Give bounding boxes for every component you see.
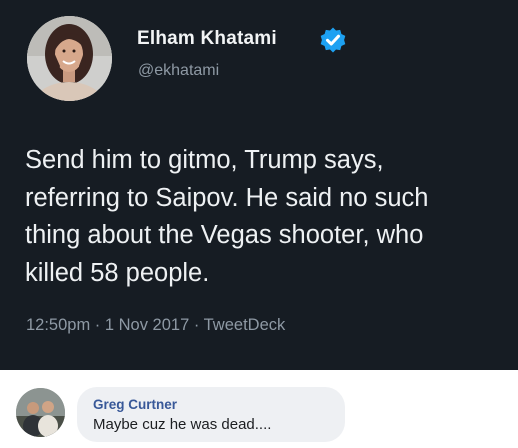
commenter-avatar-image xyxy=(16,388,65,437)
comment-author-name[interactable]: Greg Curtner xyxy=(93,397,177,412)
tweet-text: Send him to gitmo, Trump says, referring… xyxy=(25,146,429,287)
tweet-card: Elham Khatami @ekhatami Send him to gitm… xyxy=(0,0,518,370)
author-avatar[interactable] xyxy=(27,16,112,101)
author-name[interactable]: Elham Khatami xyxy=(137,28,277,50)
comment-bubble: Greg Curtner Maybe cuz he was dead.... xyxy=(77,387,345,442)
verified-badge-icon xyxy=(320,27,346,53)
comment-text: Maybe cuz he was dead.... xyxy=(93,416,272,433)
author-avatar-image xyxy=(27,16,112,101)
author-handle[interactable]: @ekhatami xyxy=(138,62,219,80)
tweet-timestamp[interactable]: 12:50pm · 1 Nov 2017 · TweetDeck xyxy=(26,316,285,335)
commenter-avatar[interactable] xyxy=(16,388,65,437)
